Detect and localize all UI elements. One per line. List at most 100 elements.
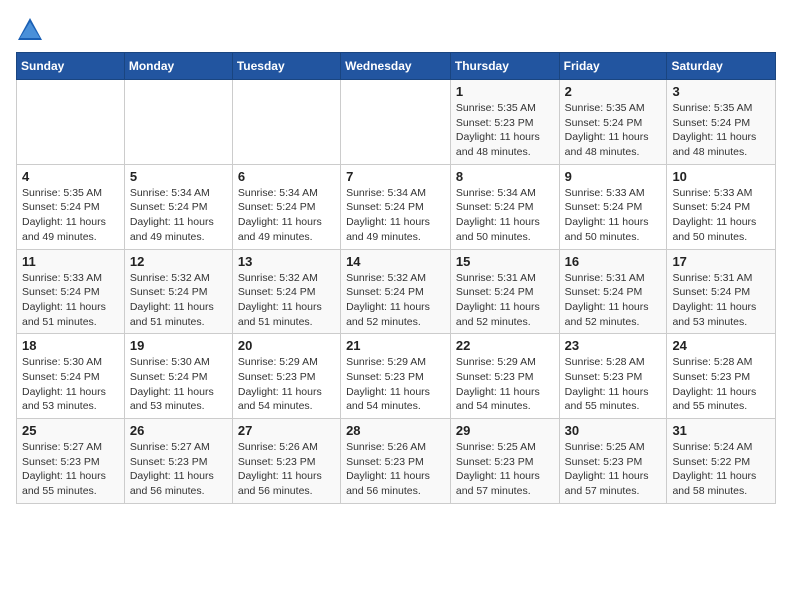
calendar-cell: 21 Sunrise: 5:29 AM Sunset: 5:23 PM Dayli… bbox=[341, 334, 451, 419]
calendar-week-4: 18 Sunrise: 5:30 AM Sunset: 5:24 PM Dayli… bbox=[17, 334, 776, 419]
calendar-cell: 2 Sunrise: 5:35 AM Sunset: 5:24 PM Daylig… bbox=[559, 80, 667, 165]
day-info: Sunrise: 5:30 AM Sunset: 5:24 PM Dayligh… bbox=[130, 355, 227, 414]
day-number: 18 bbox=[22, 338, 119, 353]
day-number: 26 bbox=[130, 423, 227, 438]
day-number: 7 bbox=[346, 169, 445, 184]
day-number: 6 bbox=[238, 169, 335, 184]
header-saturday: Saturday bbox=[667, 53, 776, 80]
header-monday: Monday bbox=[124, 53, 232, 80]
day-info: Sunrise: 5:35 AM Sunset: 5:24 PM Dayligh… bbox=[672, 101, 770, 160]
calendar-cell bbox=[124, 80, 232, 165]
day-info: Sunrise: 5:35 AM Sunset: 5:24 PM Dayligh… bbox=[22, 186, 119, 245]
day-info: Sunrise: 5:33 AM Sunset: 5:24 PM Dayligh… bbox=[672, 186, 770, 245]
day-number: 12 bbox=[130, 254, 227, 269]
calendar-week-2: 4 Sunrise: 5:35 AM Sunset: 5:24 PM Daylig… bbox=[17, 164, 776, 249]
day-info: Sunrise: 5:34 AM Sunset: 5:24 PM Dayligh… bbox=[238, 186, 335, 245]
calendar-cell: 8Sunrise: 5:34 AM Sunset: 5:24 PM Daylig… bbox=[450, 164, 559, 249]
day-number: 3 bbox=[672, 84, 770, 99]
calendar-cell bbox=[232, 80, 340, 165]
day-info: Sunrise: 5:35 AM Sunset: 5:23 PM Dayligh… bbox=[456, 101, 554, 160]
day-number: 23 bbox=[565, 338, 662, 353]
day-info: Sunrise: 5:26 AM Sunset: 5:23 PM Dayligh… bbox=[346, 440, 445, 499]
calendar-table: SundayMondayTuesdayWednesdayThursdayFrid… bbox=[16, 52, 776, 504]
calendar-week-5: 25 Sunrise: 5:27 AM Sunset: 5:23 PM Dayli… bbox=[17, 419, 776, 504]
day-number: 9 bbox=[565, 169, 662, 184]
day-number: 22 bbox=[456, 338, 554, 353]
calendar-cell: 23 Sunrise: 5:28 AM Sunset: 5:23 PM Dayli… bbox=[559, 334, 667, 419]
calendar-cell: 26 Sunrise: 5:27 AM Sunset: 5:23 PM Dayli… bbox=[124, 419, 232, 504]
calendar-cell: 15 Sunrise: 5:31 AM Sunset: 5:24 PM Dayli… bbox=[450, 249, 559, 334]
calendar-cell: 20 Sunrise: 5:29 AM Sunset: 5:23 PM Dayli… bbox=[232, 334, 340, 419]
day-number: 1 bbox=[456, 84, 554, 99]
day-info: Sunrise: 5:31 AM Sunset: 5:24 PM Dayligh… bbox=[565, 271, 662, 330]
calendar-cell: 29 Sunrise: 5:25 AM Sunset: 5:23 PM Dayli… bbox=[450, 419, 559, 504]
calendar-cell: 14Sunrise: 5:32 AM Sunset: 5:24 PM Dayli… bbox=[341, 249, 451, 334]
calendar-cell: 24 Sunrise: 5:28 AM Sunset: 5:23 PM Dayli… bbox=[667, 334, 776, 419]
day-number: 5 bbox=[130, 169, 227, 184]
calendar-cell bbox=[341, 80, 451, 165]
calendar-cell: 12 Sunrise: 5:32 AM Sunset: 5:24 PM Dayli… bbox=[124, 249, 232, 334]
calendar-cell: 13 Sunrise: 5:32 AM Sunset: 5:24 PM Dayli… bbox=[232, 249, 340, 334]
calendar-cell: 5 Sunrise: 5:34 AM Sunset: 5:24 PM Daylig… bbox=[124, 164, 232, 249]
day-info: Sunrise: 5:32 AM Sunset: 5:24 PM Dayligh… bbox=[346, 271, 445, 330]
day-number: 30 bbox=[565, 423, 662, 438]
day-info: Sunrise: 5:28 AM Sunset: 5:23 PM Dayligh… bbox=[565, 355, 662, 414]
day-number: 16 bbox=[565, 254, 662, 269]
day-number: 31 bbox=[672, 423, 770, 438]
day-info: Sunrise: 5:34 AM Sunset: 5:24 PM Dayligh… bbox=[130, 186, 227, 245]
day-number: 20 bbox=[238, 338, 335, 353]
day-info: Sunrise: 5:34 AM Sunset: 5:24 PM Dayligh… bbox=[346, 186, 445, 245]
day-info: Sunrise: 5:30 AM Sunset: 5:24 PM Dayligh… bbox=[22, 355, 119, 414]
day-info: Sunrise: 5:31 AM Sunset: 5:24 PM Dayligh… bbox=[672, 271, 770, 330]
calendar-week-1: 1 Sunrise: 5:35 AM Sunset: 5:23 PM Daylig… bbox=[17, 80, 776, 165]
day-number: 21 bbox=[346, 338, 445, 353]
day-info: Sunrise: 5:25 AM Sunset: 5:23 PM Dayligh… bbox=[456, 440, 554, 499]
header-thursday: Thursday bbox=[450, 53, 559, 80]
day-info: Sunrise: 5:27 AM Sunset: 5:23 PM Dayligh… bbox=[130, 440, 227, 499]
header-friday: Friday bbox=[559, 53, 667, 80]
day-info: Sunrise: 5:26 AM Sunset: 5:23 PM Dayligh… bbox=[238, 440, 335, 499]
day-info: Sunrise: 5:35 AM Sunset: 5:24 PM Dayligh… bbox=[565, 101, 662, 160]
day-number: 13 bbox=[238, 254, 335, 269]
day-info: Sunrise: 5:29 AM Sunset: 5:23 PM Dayligh… bbox=[456, 355, 554, 414]
day-number: 15 bbox=[456, 254, 554, 269]
day-info: Sunrise: 5:33 AM Sunset: 5:24 PM Dayligh… bbox=[22, 271, 119, 330]
day-info: Sunrise: 5:28 AM Sunset: 5:23 PM Dayligh… bbox=[672, 355, 770, 414]
calendar-cell: 3 Sunrise: 5:35 AM Sunset: 5:24 PM Daylig… bbox=[667, 80, 776, 165]
calendar-cell: 1 Sunrise: 5:35 AM Sunset: 5:23 PM Daylig… bbox=[450, 80, 559, 165]
header-tuesday: Tuesday bbox=[232, 53, 340, 80]
calendar-cell: 22 Sunrise: 5:29 AM Sunset: 5:23 PM Dayli… bbox=[450, 334, 559, 419]
calendar-cell: 18 Sunrise: 5:30 AM Sunset: 5:24 PM Dayli… bbox=[17, 334, 125, 419]
day-number: 29 bbox=[456, 423, 554, 438]
calendar-cell: 19Sunrise: 5:30 AM Sunset: 5:24 PM Dayli… bbox=[124, 334, 232, 419]
day-info: Sunrise: 5:29 AM Sunset: 5:23 PM Dayligh… bbox=[238, 355, 335, 414]
calendar-cell: 30Sunrise: 5:25 AM Sunset: 5:23 PM Dayli… bbox=[559, 419, 667, 504]
day-number: 24 bbox=[672, 338, 770, 353]
logo bbox=[16, 16, 48, 44]
page-header bbox=[16, 16, 776, 44]
day-info: Sunrise: 5:31 AM Sunset: 5:24 PM Dayligh… bbox=[456, 271, 554, 330]
calendar-cell bbox=[17, 80, 125, 165]
day-number: 25 bbox=[22, 423, 119, 438]
day-info: Sunrise: 5:32 AM Sunset: 5:24 PM Dayligh… bbox=[238, 271, 335, 330]
header-wednesday: Wednesday bbox=[341, 53, 451, 80]
calendar-cell: 9Sunrise: 5:33 AM Sunset: 5:24 PM Daylig… bbox=[559, 164, 667, 249]
day-number: 2 bbox=[565, 84, 662, 99]
calendar-cell: 11Sunrise: 5:33 AM Sunset: 5:24 PM Dayli… bbox=[17, 249, 125, 334]
day-number: 17 bbox=[672, 254, 770, 269]
day-info: Sunrise: 5:32 AM Sunset: 5:24 PM Dayligh… bbox=[130, 271, 227, 330]
calendar-cell: 17 Sunrise: 5:31 AM Sunset: 5:24 PM Dayli… bbox=[667, 249, 776, 334]
calendar-cell: 4 Sunrise: 5:35 AM Sunset: 5:24 PM Daylig… bbox=[17, 164, 125, 249]
calendar-week-3: 11Sunrise: 5:33 AM Sunset: 5:24 PM Dayli… bbox=[17, 249, 776, 334]
calendar-cell: 7 Sunrise: 5:34 AM Sunset: 5:24 PM Daylig… bbox=[341, 164, 451, 249]
day-info: Sunrise: 5:29 AM Sunset: 5:23 PM Dayligh… bbox=[346, 355, 445, 414]
day-info: Sunrise: 5:24 AM Sunset: 5:22 PM Dayligh… bbox=[672, 440, 770, 499]
calendar-cell: 28 Sunrise: 5:26 AM Sunset: 5:23 PM Dayli… bbox=[341, 419, 451, 504]
day-number: 28 bbox=[346, 423, 445, 438]
day-number: 4 bbox=[22, 169, 119, 184]
day-number: 27 bbox=[238, 423, 335, 438]
header-sunday: Sunday bbox=[17, 53, 125, 80]
calendar-cell: 10Sunrise: 5:33 AM Sunset: 5:24 PM Dayli… bbox=[667, 164, 776, 249]
logo-icon bbox=[16, 16, 44, 44]
day-info: Sunrise: 5:34 AM Sunset: 5:24 PM Dayligh… bbox=[456, 186, 554, 245]
